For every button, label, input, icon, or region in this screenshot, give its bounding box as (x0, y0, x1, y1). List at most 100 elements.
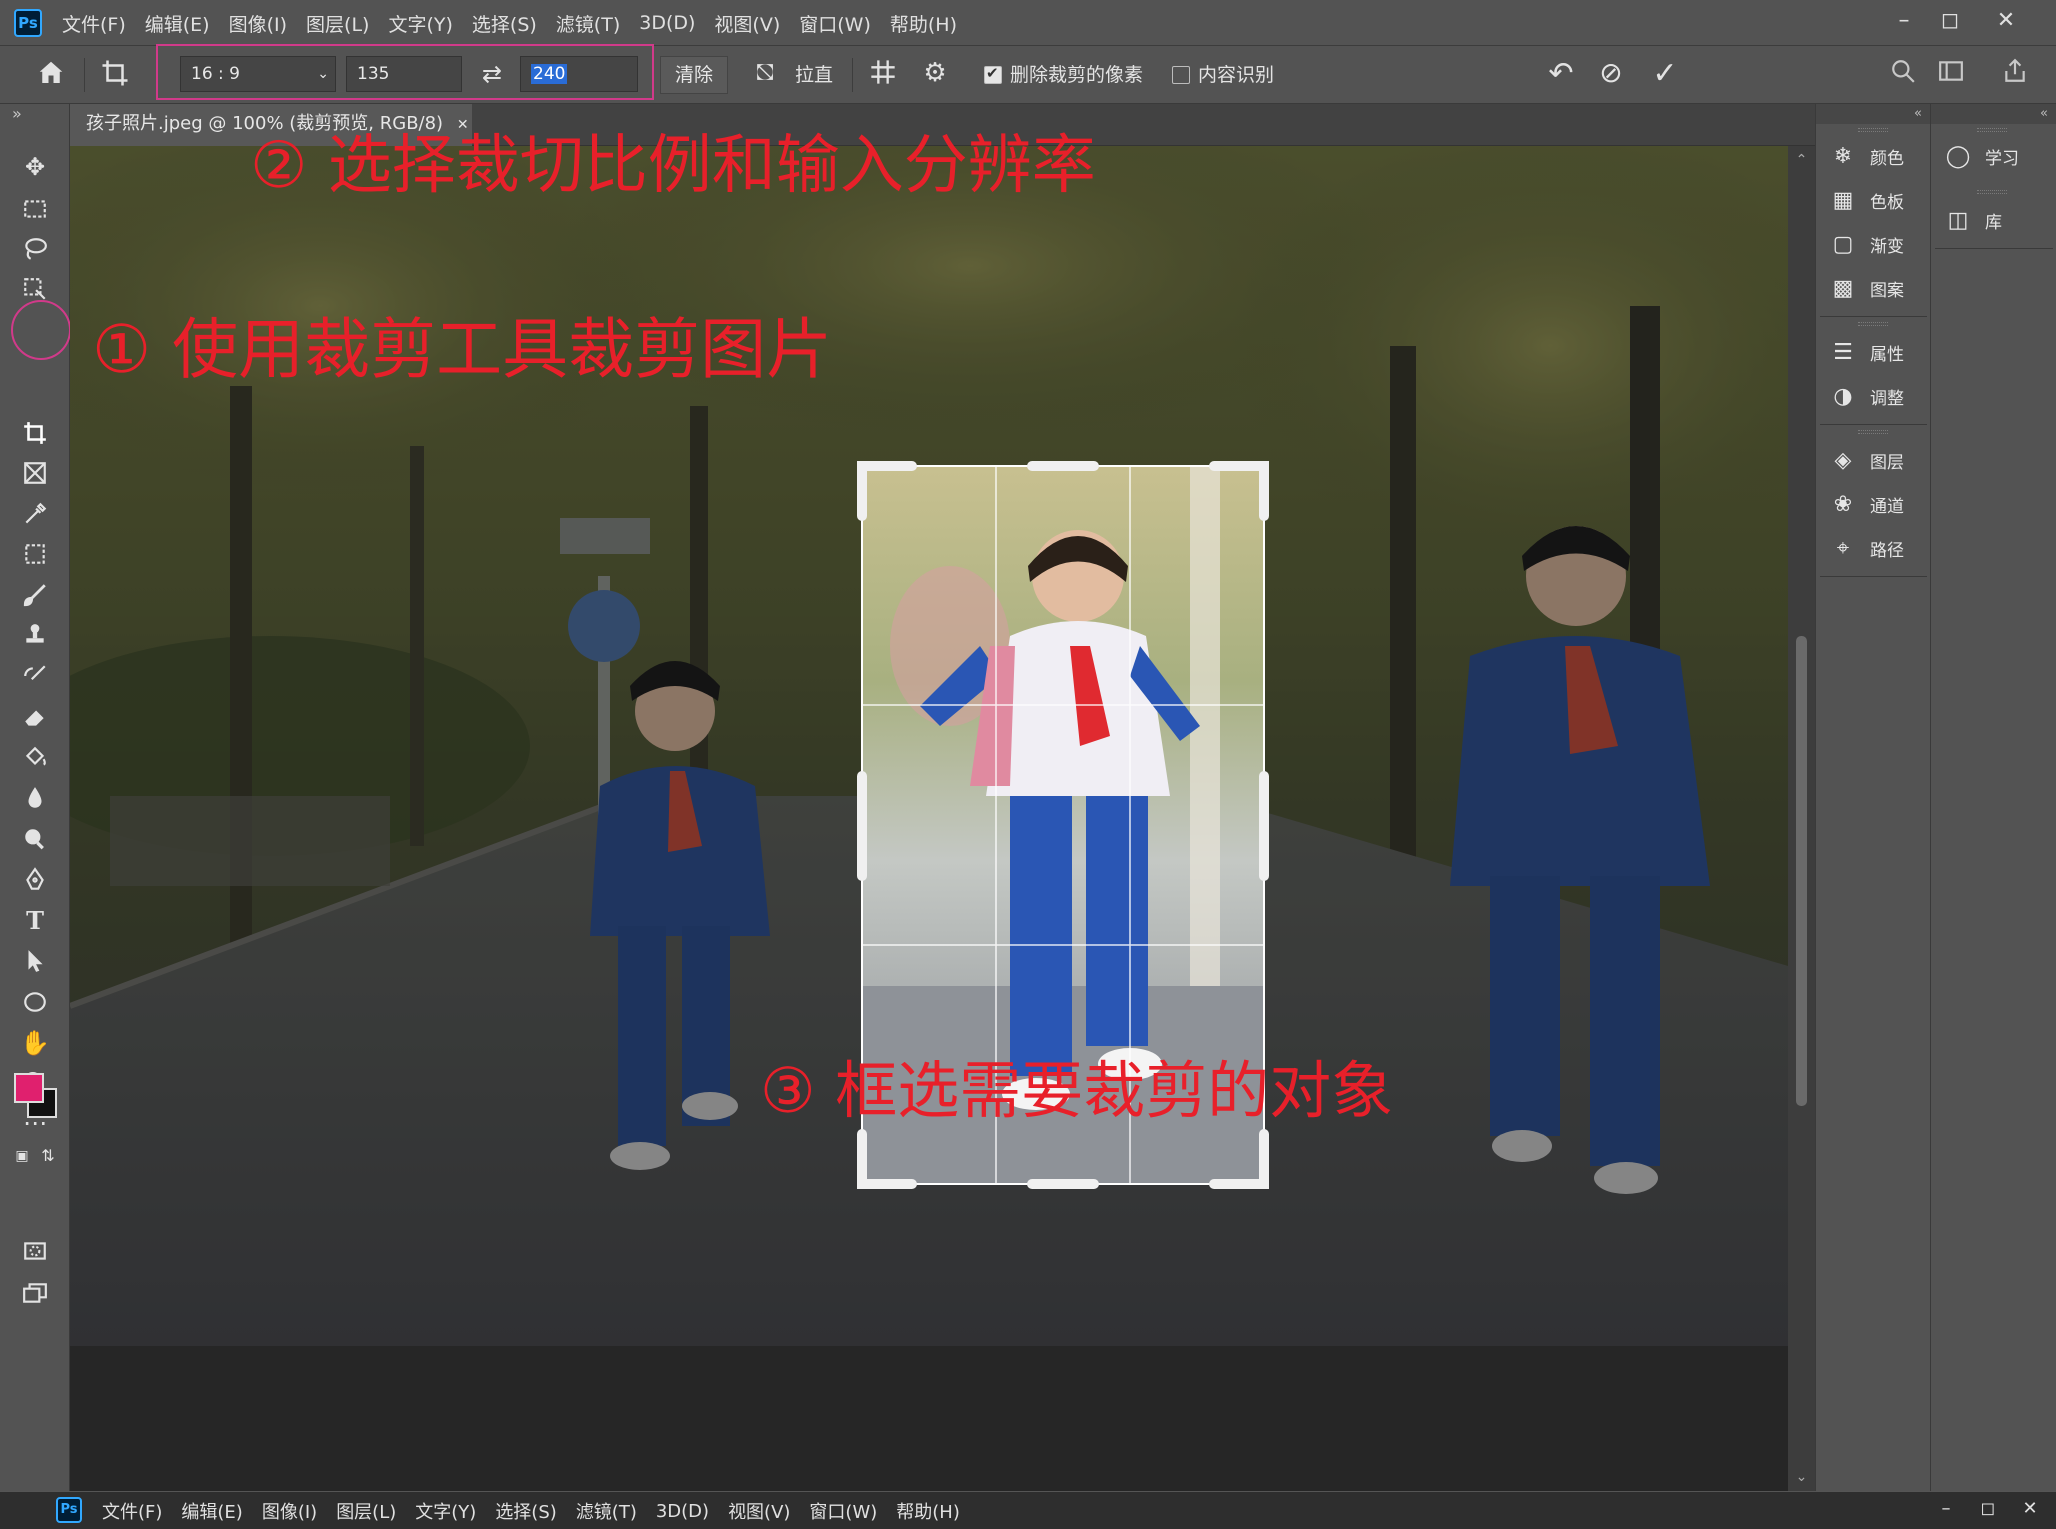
history-brush-icon[interactable] (18, 659, 52, 693)
panel-grip[interactable] (1858, 128, 1888, 132)
annotation-step-1: ① 使用裁剪工具裁剪图片 (92, 311, 833, 388)
reset-icon[interactable]: ↶ (1544, 56, 1578, 94)
delete-cropped-label: 删除裁剪的像素 (1010, 64, 1144, 86)
delete-cropped-checkbox[interactable] (984, 64, 1002, 84)
menu-window[interactable]: 窗口(W) (799, 10, 871, 37)
panel-item-channels[interactable]: ❀ 通道 (1826, 486, 1904, 522)
lasso-icon[interactable] (18, 232, 52, 266)
crop-icon[interactable] (18, 416, 52, 450)
vertical-scrollbar[interactable]: ⌃ ⌄ (1788, 146, 1815, 1491)
ellipse-icon[interactable] (18, 985, 52, 1019)
blur-icon[interactable] (18, 781, 52, 815)
panel-label-adjustments: 调整 (1870, 388, 1904, 409)
home-icon[interactable] (34, 58, 68, 92)
stamp-icon[interactable] (18, 618, 52, 652)
workspace-icon[interactable] (1934, 58, 1968, 92)
taskbar-photoshop-logo[interactable]: Ps (56, 1497, 82, 1523)
photoshop-logo: Ps (14, 9, 42, 37)
taskbar-menu-view[interactable]: 视图(V) (728, 1498, 790, 1524)
panel-item-gradient[interactable]: ▢ 渐变 (1826, 226, 1904, 262)
taskbar-menu-filter[interactable]: 滤镜(T) (576, 1498, 637, 1524)
crop-tool-icon[interactable] (98, 58, 132, 92)
scrollbar-thumb[interactable] (1796, 636, 1807, 1106)
search-icon[interactable] (1886, 58, 1920, 92)
taskbar-menu-window[interactable]: 窗口(W) (809, 1498, 877, 1524)
quick-mask-icon[interactable] (18, 1234, 52, 1268)
menu-select[interactable]: 选择(S) (472, 10, 537, 37)
pen-icon[interactable] (18, 863, 52, 897)
settings-gear-icon[interactable]: ⚙ (918, 58, 952, 92)
paint-bucket-icon[interactable] (18, 740, 52, 774)
menu-image[interactable]: 图像(I) (229, 10, 287, 37)
eyedropper-icon[interactable] (18, 497, 52, 531)
panel-item-color[interactable]: ❄ 颜色 (1826, 138, 1904, 174)
menu-3d[interactable]: 3D(D) (639, 12, 695, 34)
scroll-down-icon[interactable]: ⌄ (1788, 1469, 1815, 1485)
brush-icon[interactable] (18, 578, 52, 612)
close-icon[interactable]: ✕ (1988, 6, 2024, 36)
foreground-color-swatch[interactable] (14, 1073, 44, 1103)
hand-icon[interactable]: ✋ (18, 1026, 52, 1060)
frame-icon[interactable] (18, 456, 52, 490)
panel-dock-column-1: « ❄ 颜色 ▦ 色板 ▢ 渐变 ▩ 图案 ☰ 属性 ◑ 调整 ◈ 图层 ❀ 通… (1815, 104, 1930, 1491)
commit-check-icon[interactable]: ✓ (1648, 56, 1682, 94)
clear-button[interactable]: 清除 (660, 56, 728, 94)
panel-grip[interactable] (1977, 190, 2007, 194)
dodge-icon[interactable] (18, 822, 52, 856)
marquee-icon[interactable] (18, 192, 52, 226)
panel-item-learn[interactable]: ◯ 学习 (1941, 138, 2019, 174)
panel-item-paths[interactable]: ⌖ 路径 (1826, 530, 1904, 566)
content-aware-label: 内容识别 (1198, 64, 1275, 86)
menu-type[interactable]: 文字(Y) (388, 10, 452, 37)
cancel-icon[interactable]: ⊘ (1594, 56, 1628, 94)
toolbar-collapse-icon[interactable]: » (12, 104, 22, 123)
panel-item-layers[interactable]: ◈ 图层 (1826, 442, 1904, 478)
panel-collapse-icon[interactable]: « (1931, 104, 2056, 124)
type-icon[interactable]: T (18, 904, 52, 938)
straighten-icon[interactable]: ⛞ (748, 58, 782, 92)
lightbulb-icon: ◯ (1945, 143, 1971, 169)
panel-item-pattern[interactable]: ▩ 图案 (1826, 270, 1904, 306)
taskbar-menu-type[interactable]: 文字(Y) (415, 1498, 476, 1524)
healing-icon[interactable] (18, 537, 52, 571)
scroll-up-icon[interactable]: ⌃ (1788, 152, 1815, 168)
eraser-icon[interactable] (18, 700, 52, 734)
panel-item-adjustments[interactable]: ◑ 调整 (1826, 378, 1904, 414)
menu-edit[interactable]: 编辑(E) (145, 10, 210, 37)
taskbar-menu-edit[interactable]: 编辑(E) (181, 1498, 242, 1524)
panel-item-libraries[interactable]: ◫ 库 (1941, 202, 2002, 238)
taskbar-menu-file[interactable]: 文件(F) (102, 1498, 162, 1524)
panel-grip[interactable] (1858, 322, 1888, 326)
menu-file[interactable]: 文件(F) (62, 10, 126, 37)
screen-mode-icon[interactable] (18, 1276, 52, 1310)
menu-layer[interactable]: 图层(L) (306, 10, 369, 37)
taskbar-close-icon[interactable]: ✕ (2012, 1494, 2048, 1524)
taskbar-menu-select[interactable]: 选择(S) (495, 1498, 556, 1524)
channels-icon: ❀ (1833, 491, 1853, 517)
panel-grip[interactable] (1858, 430, 1888, 434)
menu-help[interactable]: 帮助(H) (890, 10, 957, 37)
straighten-button[interactable]: 拉直 (795, 60, 833, 87)
maximize-icon[interactable]: ◻ (1932, 6, 1968, 36)
panel-grip[interactable] (1977, 128, 2007, 132)
swap-colors-icon[interactable]: ⇅ (38, 1146, 58, 1166)
default-colors-icon[interactable]: ▣ (12, 1146, 32, 1166)
share-icon[interactable] (1998, 58, 2032, 92)
path-select-icon[interactable] (18, 944, 52, 978)
panel-label-color: 颜色 (1870, 148, 1904, 169)
taskbar-menu-3d[interactable]: 3D(D) (656, 1501, 709, 1522)
taskbar-maximize-icon[interactable]: ◻ (1970, 1494, 2006, 1524)
taskbar-menu-image[interactable]: 图像(I) (262, 1498, 317, 1524)
move-icon[interactable]: ✥ (18, 150, 52, 184)
panel-item-swatches[interactable]: ▦ 色板 (1826, 182, 1904, 218)
taskbar-menu-help[interactable]: 帮助(H) (896, 1498, 960, 1524)
menu-view[interactable]: 视图(V) (714, 10, 780, 37)
content-aware-checkbox[interactable] (1172, 66, 1190, 84)
panel-item-properties[interactable]: ☰ 属性 (1826, 334, 1904, 370)
menu-filter[interactable]: 滤镜(T) (556, 10, 620, 37)
minimize-icon[interactable]: – (1886, 6, 1922, 36)
panel-collapse-icon[interactable]: « (1816, 104, 1930, 124)
taskbar-minimize-icon[interactable]: – (1928, 1494, 1964, 1524)
taskbar-menu-layer[interactable]: 图层(L) (336, 1498, 396, 1524)
overlay-grid-icon[interactable] (866, 58, 900, 92)
